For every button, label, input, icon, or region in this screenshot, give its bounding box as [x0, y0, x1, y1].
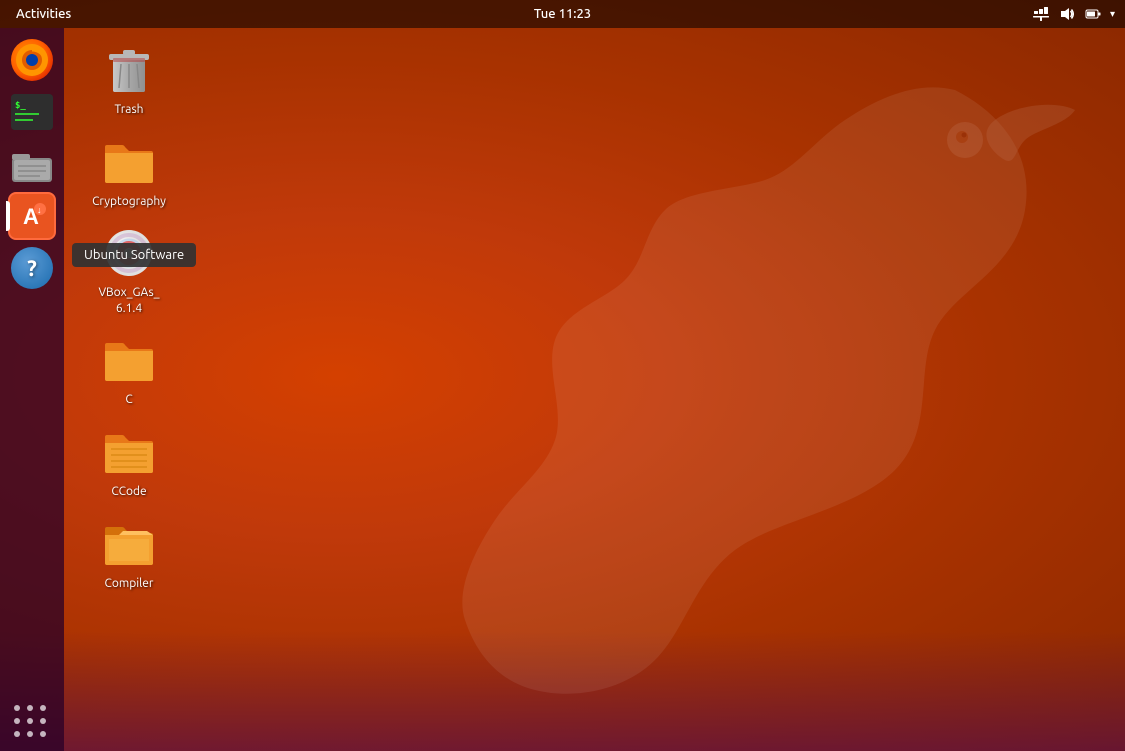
dock-item-help[interactable]: ? — [8, 244, 56, 292]
show-applications-button[interactable] — [14, 705, 50, 741]
panel-clock[interactable]: Tue 11:23 — [534, 7, 591, 21]
svg-text:↓: ↓ — [37, 205, 42, 215]
ccode-icon-image — [101, 424, 157, 480]
c-label: C — [125, 392, 132, 408]
dock: $_ A — [0, 28, 64, 751]
firefox-icon — [11, 39, 53, 81]
files-icon — [10, 144, 54, 184]
desktop-background-bird — [375, 30, 1075, 710]
desktop-icon-trash[interactable]: Trash — [84, 38, 174, 122]
compiler-folder-icon — [103, 521, 155, 567]
c-folder-icon — [103, 337, 155, 383]
dock-item-ubuntu-software[interactable]: A ↓ — [8, 192, 56, 240]
software-center-icon: A ↓ — [13, 197, 51, 235]
compiler-icon-image — [101, 516, 157, 572]
dock-item-firefox[interactable] — [8, 36, 56, 84]
system-menu-arrow[interactable]: ▾ — [1110, 8, 1115, 20]
compiler-label: Compiler — [105, 576, 154, 592]
svg-text:$_: $_ — [15, 101, 26, 111]
activities-button[interactable]: Activities — [10, 0, 77, 28]
volume-icon[interactable] — [1058, 5, 1076, 23]
apps-grid-dot — [27, 718, 33, 724]
dock-item-terminal[interactable]: $_ — [8, 88, 56, 136]
battery-icon[interactable] — [1084, 5, 1102, 23]
vbox-icon-image — [101, 225, 157, 281]
cryptography-folder-icon — [103, 139, 155, 185]
ccode-label: CCode — [111, 484, 146, 500]
apps-grid-dot — [14, 731, 20, 737]
desktop: Activities Tue 11:23 — [0, 0, 1125, 751]
apps-grid-dot — [14, 705, 20, 711]
apps-grid-dot — [27, 731, 33, 737]
trash-icon-image — [101, 42, 157, 98]
top-panel: Activities Tue 11:23 — [0, 0, 1125, 28]
terminal-icon: $_ — [11, 94, 53, 130]
desktop-icons-area: Trash Cryptography — [64, 28, 194, 613]
vbox-cd-icon — [104, 228, 154, 278]
help-icon: ? — [11, 247, 53, 289]
apps-grid-dot — [27, 705, 33, 711]
apps-grid-dot — [40, 731, 46, 737]
panel-right: ▾ — [1032, 5, 1115, 23]
vbox-label: VBox_GAs_6.1.4 — [98, 285, 159, 316]
dock-item-files[interactable] — [8, 140, 56, 188]
desktop-icon-cryptography[interactable]: Cryptography — [84, 130, 174, 214]
desktop-icon-c[interactable]: C — [84, 328, 174, 412]
network-icon[interactable] — [1032, 5, 1050, 23]
apps-grid-dot — [14, 718, 20, 724]
desktop-icon-ccode[interactable]: CCode — [84, 420, 174, 504]
trash-icon — [105, 44, 153, 96]
trash-label: Trash — [114, 102, 143, 118]
desktop-icon-compiler[interactable]: Compiler — [84, 512, 174, 596]
panel-left: Activities — [10, 0, 77, 28]
cryptography-label: Cryptography — [92, 194, 166, 210]
desktop-icon-vbox[interactable]: VBox_GAs_6.1.4 — [84, 221, 174, 320]
c-icon-image — [101, 332, 157, 388]
apps-grid-dot — [40, 705, 46, 711]
apps-grid-dot — [40, 718, 46, 724]
cryptography-icon-image — [101, 134, 157, 190]
ccode-folder-icon — [103, 429, 155, 475]
